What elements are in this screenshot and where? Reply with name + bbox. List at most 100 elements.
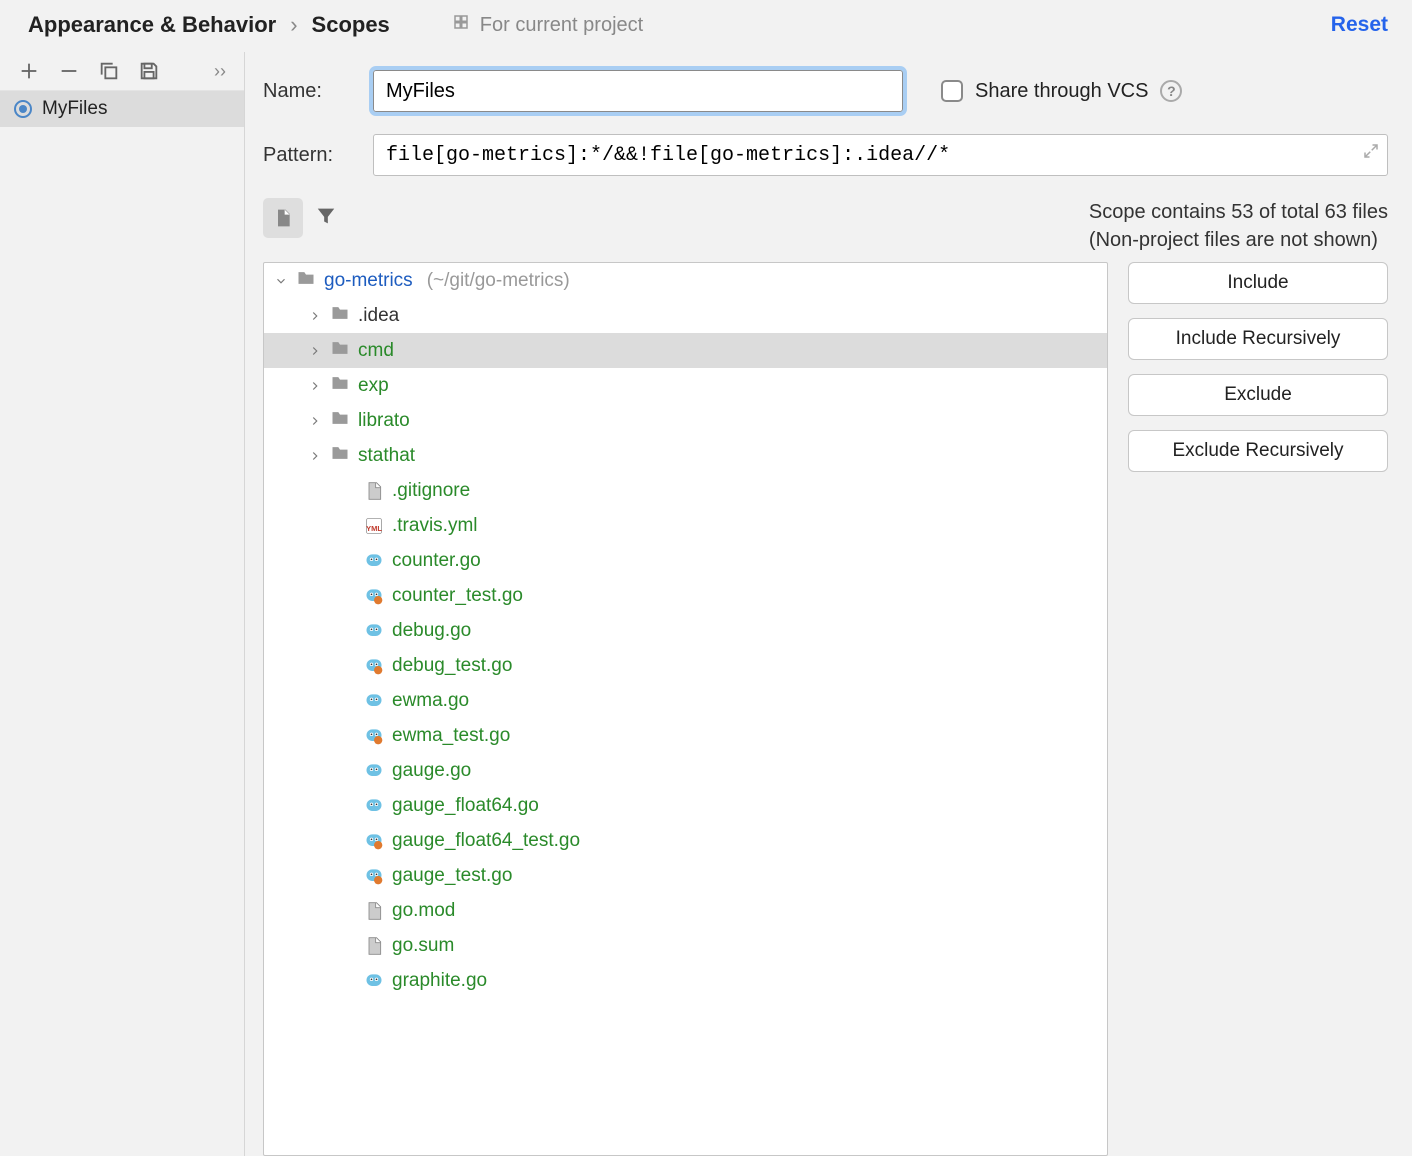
share-vcs-checkbox[interactable] <box>941 80 963 102</box>
include-recursively-button[interactable]: Include Recursively <box>1128 318 1388 360</box>
show-files-icon[interactable] <box>263 198 303 238</box>
file-tree[interactable]: go-metrics(~/git/go-metrics) .idea cmd exp l… <box>263 262 1108 1156</box>
tree-file[interactable]: go.sum <box>264 928 1107 963</box>
tree-file[interactable]: ewma_test.go <box>264 718 1107 753</box>
more-icon[interactable]: ›› <box>214 61 226 82</box>
breadcrumb-separator-icon: › <box>290 12 297 38</box>
project-scope-hint: For current project <box>452 13 643 37</box>
project-hint-text: For current project <box>480 14 643 37</box>
tree-toolbar-row: Scope contains 53 of total 63 files (Non… <box>263 198 1388 254</box>
tree-file-label: counter.go <box>392 550 481 572</box>
go-file-icon <box>364 761 384 781</box>
stats-line-1: Scope contains 53 of total 63 files <box>1089 198 1388 226</box>
sidebar-item-label: MyFiles <box>42 98 107 120</box>
tree-folder-label: .idea <box>358 305 399 327</box>
tree-file-label: gauge_float64.go <box>392 795 539 817</box>
tree-file-label: go.sum <box>392 935 454 957</box>
tree-root-path: (~/git/go-metrics) <box>427 270 570 292</box>
chevron-down-icon[interactable] <box>274 274 288 288</box>
file-icon <box>364 901 384 921</box>
tree-file[interactable]: debug.go <box>264 613 1107 648</box>
tree-file-label: go.mod <box>392 900 455 922</box>
add-icon[interactable] <box>18 60 40 82</box>
tree-file[interactable]: gauge.go <box>264 753 1107 788</box>
include-button[interactable]: Include <box>1128 262 1388 304</box>
chevron-right-icon[interactable] <box>308 309 322 323</box>
chevron-right-icon[interactable] <box>308 449 322 463</box>
folder-icon <box>330 303 350 329</box>
tree-file[interactable]: counter.go <box>264 543 1107 578</box>
tree-folder-label: stathat <box>358 445 415 467</box>
folder-icon <box>330 373 350 399</box>
tree-file[interactable]: gauge_float64_test.go <box>264 823 1107 858</box>
content: Name: Share through VCS ? Pattern: <box>245 52 1412 1156</box>
tree-root[interactable]: go-metrics(~/git/go-metrics) <box>264 263 1107 298</box>
pattern-input[interactable] <box>373 134 1388 176</box>
tree-file[interactable]: YML .travis.yml <box>264 508 1107 543</box>
tree-file[interactable]: gauge_float64.go <box>264 788 1107 823</box>
file-icon <box>364 936 384 956</box>
tree-file-label: ewma.go <box>392 690 469 712</box>
help-icon[interactable]: ? <box>1160 80 1182 102</box>
project-icon <box>452 13 470 37</box>
scope-buttons: Include Include Recursively Exclude Excl… <box>1128 262 1388 1156</box>
tree-folder[interactable]: .idea <box>264 298 1107 333</box>
breadcrumb-part-1[interactable]: Appearance & Behavior <box>28 12 276 38</box>
exclude-recursively-button[interactable]: Exclude Recursively <box>1128 430 1388 472</box>
scope-local-icon <box>14 100 32 118</box>
sidebar: ›› MyFiles <box>0 52 245 1156</box>
tree-folder[interactable]: stathat <box>264 438 1107 473</box>
exclude-button[interactable]: Exclude <box>1128 374 1388 416</box>
folder-icon <box>330 338 350 364</box>
name-label: Name: <box>263 80 355 103</box>
tree-file-label: gauge_test.go <box>392 865 512 887</box>
filter-icon[interactable] <box>315 205 337 232</box>
breadcrumb-part-2[interactable]: Scopes <box>312 12 390 38</box>
header: Appearance & Behavior › Scopes For curre… <box>0 0 1412 52</box>
pattern-row: Pattern: <box>263 134 1388 176</box>
pattern-label: Pattern: <box>263 144 355 167</box>
sidebar-toolbar: ›› <box>0 52 244 91</box>
name-row: Name: Share through VCS ? <box>263 70 1388 112</box>
share-vcs-row: Share through VCS ? <box>941 80 1182 103</box>
tree-folder[interactable]: librato <box>264 403 1107 438</box>
reset-button[interactable]: Reset <box>1331 13 1388 37</box>
chevron-right-icon[interactable] <box>308 344 322 358</box>
remove-icon[interactable] <box>58 60 80 82</box>
tree-file-label: gauge.go <box>392 760 471 782</box>
tree-file[interactable]: go.mod <box>264 893 1107 928</box>
tree-folder[interactable]: cmd <box>264 333 1107 368</box>
go-file-icon <box>364 691 384 711</box>
go-file-icon <box>364 726 384 746</box>
tree-folder[interactable]: exp <box>264 368 1107 403</box>
file-icon <box>364 481 384 501</box>
yml-file-icon: YML <box>364 516 384 536</box>
tree-file[interactable]: counter_test.go <box>264 578 1107 613</box>
expand-icon[interactable] <box>1362 142 1380 165</box>
go-file-icon <box>364 866 384 886</box>
save-icon[interactable] <box>138 60 160 82</box>
tree-file-label: .travis.yml <box>392 515 478 537</box>
tree-file-label: debug.go <box>392 620 471 642</box>
sidebar-item-myfiles[interactable]: MyFiles <box>0 91 244 127</box>
tree-file[interactable]: ewma.go <box>264 683 1107 718</box>
tree-folder-label: exp <box>358 375 389 397</box>
tree-file[interactable]: debug_test.go <box>264 648 1107 683</box>
tree-file-label: .gitignore <box>392 480 470 502</box>
tree-file-label: gauge_float64_test.go <box>392 830 580 852</box>
copy-icon[interactable] <box>98 60 120 82</box>
tree-file[interactable]: graphite.go <box>264 963 1107 998</box>
go-file-icon <box>364 971 384 991</box>
chevron-right-icon[interactable] <box>308 414 322 428</box>
tree-file[interactable]: gauge_test.go <box>264 858 1107 893</box>
scope-stats: Scope contains 53 of total 63 files (Non… <box>1089 198 1388 254</box>
chevron-right-icon[interactable] <box>308 379 322 393</box>
go-file-icon <box>364 796 384 816</box>
tree-file-label: counter_test.go <box>392 585 523 607</box>
go-file-icon <box>364 586 384 606</box>
tree-file[interactable]: .gitignore <box>264 473 1107 508</box>
name-input[interactable] <box>373 70 903 112</box>
sidebar-list: MyFiles <box>0 91 244 1156</box>
stats-line-2: (Non-project files are not shown) <box>1089 226 1388 254</box>
go-file-icon <box>364 656 384 676</box>
